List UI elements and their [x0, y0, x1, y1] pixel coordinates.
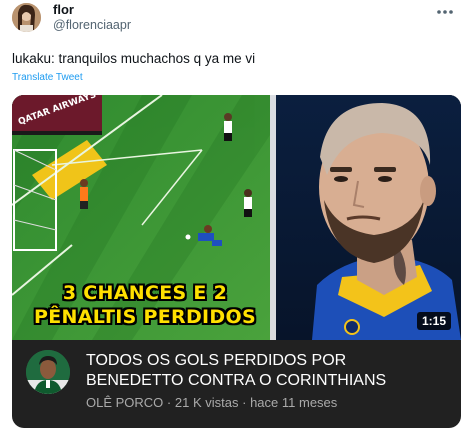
more-options-button[interactable] [433, 0, 457, 24]
video-title-line2: BENEDETTO CONTRA O CORINTHIANS [86, 372, 387, 389]
video-meta: OLÊ PORCO · 21 K vistas · hace 11 meses [86, 395, 337, 410]
channel-name[interactable]: OLÊ PORCO [86, 395, 163, 410]
published-date: hace 11 meses [250, 395, 338, 410]
user-avatar[interactable] [12, 3, 41, 32]
youtube-video-card[interactable]: QATAR AIRWAYS 3 CHANCES E 2 PÊNALTIS PER… [12, 95, 461, 428]
thumbnail-caption-line2: PÊNALTIS PERDIDOS [34, 306, 256, 328]
user-handle[interactable]: @florenciaapr [53, 18, 131, 33]
video-thumbnail[interactable]: QATAR AIRWAYS 3 CHANCES E 2 PÊNALTIS PER… [12, 95, 461, 340]
thumbnail-caption: 3 CHANCES E 2 PÊNALTIS PERDIDOS [20, 281, 270, 329]
video-title[interactable]: TODOS OS GOLS PERDIDOS POR BENEDETTO CON… [86, 351, 446, 391]
thumbnail-caption-line1: 3 CHANCES E 2 [62, 282, 228, 304]
meta-separator: · [242, 395, 247, 410]
video-duration-badge: 1:15 [416, 312, 451, 330]
tweet-text: lukaku: tranquilos muchachos q ya me vi [12, 51, 256, 66]
video-title-line1: TODOS OS GOLS PERDIDOS POR [86, 352, 347, 369]
translate-tweet-link[interactable]: Translate Tweet [12, 72, 83, 83]
view-count: 21 K vistas [174, 395, 239, 410]
meta-separator: · [166, 395, 172, 410]
display-name[interactable]: flor [53, 2, 131, 18]
author-names: flor @florenciaapr [53, 2, 131, 33]
more-horizontal-icon [437, 10, 453, 14]
channel-avatar[interactable] [26, 350, 70, 394]
